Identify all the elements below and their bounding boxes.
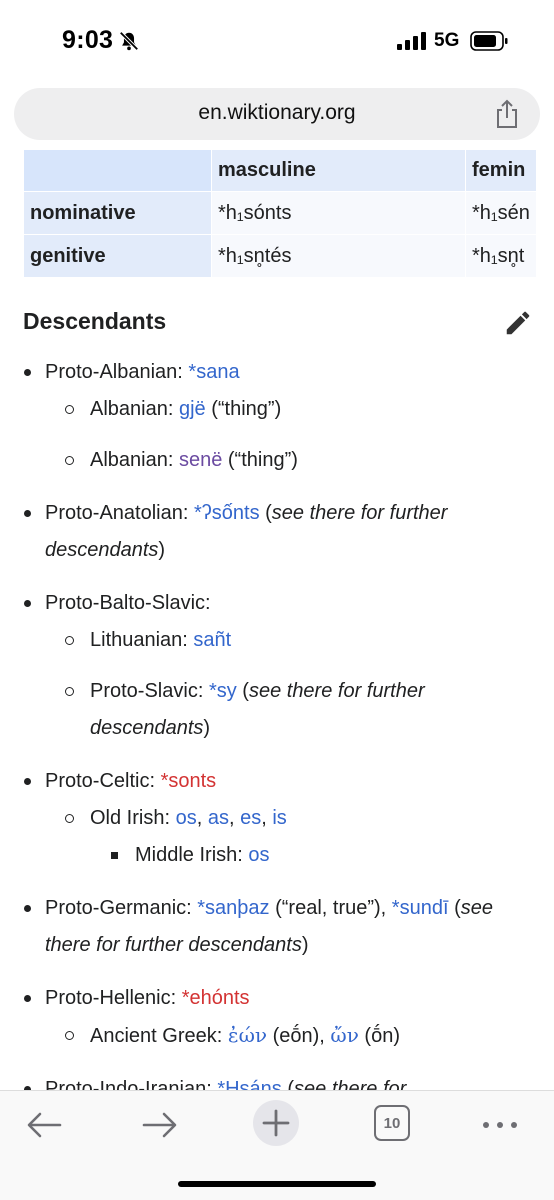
language-label: Proto-Anatolian: (45, 502, 194, 524)
term-link[interactable]: is (272, 807, 286, 829)
sub-list: Ancient Greek: ἐών (eṓn), ὤν (ṓn) (45, 1017, 543, 1055)
transliteration: (ṓn) (358, 1025, 400, 1047)
term-link[interactable]: *ʔsốnts (194, 502, 260, 524)
descendants-heading-row: Descendants (23, 308, 535, 342)
table-row-header: genitive (23, 234, 212, 278)
table-row: genitive *h₁sn̥tés *h₁sn̥t (23, 234, 537, 278)
term-link[interactable]: ὤν (330, 1023, 358, 1047)
paren-open: ( (236, 680, 249, 702)
term-link[interactable]: *sundī (392, 897, 449, 919)
language-label: Old Irish: (90, 807, 176, 829)
term-link[interactable]: *sanþaz (197, 897, 269, 919)
term-link[interactable]: ἐών (228, 1023, 267, 1047)
term-link[interactable]: es (240, 807, 261, 829)
gloss-text: (“thing”) (205, 398, 282, 420)
language-label: Proto-Slavic: (90, 680, 209, 702)
silent-bell-icon (119, 31, 139, 51)
forward-arrow-icon[interactable] (138, 1103, 182, 1147)
red-term-link[interactable]: *ehónts (182, 987, 250, 1009)
term-link[interactable]: *sana (188, 361, 239, 383)
term-link[interactable]: gjë (179, 398, 206, 420)
transliteration: (eṓn), (267, 1025, 331, 1047)
sub-list: Lithuanian: sañt Proto-Slavic: *sy (see … (45, 622, 543, 747)
language-label: Proto-Hellenic: (45, 987, 182, 1009)
table-corner-cell (23, 150, 212, 192)
paren-open: ( (281, 1078, 295, 1090)
table-row: nominative *h₁sónts *h₁sén (23, 191, 537, 235)
list-item: Old Irish: os, as, es, is Middle Irish: … (45, 800, 543, 874)
list-item: Proto-Balto-Slavic: Lithuanian: sañt Pro… (23, 585, 543, 747)
status-bar: 9:03 5G (0, 0, 554, 80)
paren-open: ( (259, 502, 272, 524)
list-item: Proto-Germanic: *sanþaz (“real, true”), … (23, 890, 543, 964)
language-label: Albanian: (90, 398, 179, 420)
home-indicator[interactable] (178, 1181, 376, 1187)
language-label: Ancient Greek: (90, 1025, 228, 1047)
sub-list: Old Irish: os, as, es, is Middle Irish: … (45, 800, 543, 874)
table-cell: *h₁sén (465, 191, 537, 235)
sub-list: Albanian: gjë (“thing”) Albanian: senë (… (45, 391, 543, 479)
language-label: Middle Irish: (135, 844, 249, 866)
list-item: Albanian: gjë (“thing”) (45, 391, 543, 428)
table-header-cell: femin (465, 150, 537, 192)
language-label: Proto-Balto-Slavic: (45, 592, 211, 614)
status-time: 9:03 (62, 26, 114, 54)
share-icon[interactable] (494, 99, 520, 129)
table-cell: *h₁sn̥tés (211, 234, 466, 278)
language-label: Proto-Celtic: (45, 770, 161, 792)
term-link[interactable]: os (176, 807, 197, 829)
table-header-cell: masculine (211, 150, 466, 192)
list-item: Proto-Hellenic: *ehónts Ancient Greek: ἐ… (23, 980, 543, 1055)
inflection-table: masculine femin nominative *h₁sónts *h₁s… (23, 150, 537, 278)
table-cell: *h₁sn̥t (465, 234, 537, 278)
list-item: Proto-Albanian: *sana Albanian: gjë (“th… (23, 354, 543, 479)
more-menu-icon[interactable] (478, 1103, 522, 1147)
page-content: masculine femin nominative *h₁sónts *h₁s… (0, 150, 554, 1090)
term-link[interactable]: *sy (209, 680, 237, 702)
address-bar[interactable]: en.wiktionary.org (14, 88, 540, 140)
new-tab-plus-icon[interactable] (252, 1099, 300, 1147)
red-term-link[interactable]: *sonts (161, 770, 217, 792)
battery-icon (470, 31, 508, 51)
list-item: Ancient Greek: ἐών (eṓn), ὤν (ṓn) (45, 1017, 543, 1055)
section-heading: Descendants (23, 308, 167, 334)
paren-close: ) (203, 717, 211, 739)
term-link[interactable]: os (248, 844, 269, 866)
language-label: Proto-Albanian: (45, 361, 189, 383)
paren-open: ( (448, 897, 461, 919)
term-link[interactable]: senë (179, 449, 222, 471)
term-link[interactable]: as (208, 807, 229, 829)
url-text[interactable]: en.wiktionary.org (14, 101, 540, 125)
list-item: Proto-Anatolian: *ʔsốnts (see there for … (23, 495, 543, 569)
note-text: see there for (294, 1078, 407, 1090)
term-link[interactable]: *Hsáns (217, 1078, 281, 1090)
paren-close: ) (158, 539, 166, 561)
sub-sub-list: Middle Irish: os (90, 837, 543, 874)
tab-count: 10 (383, 1114, 401, 1132)
table-header-row: masculine femin (23, 150, 537, 192)
tabs-button[interactable]: 10 (374, 1105, 410, 1141)
descendants-list: Proto-Albanian: *sana Albanian: gjë (“th… (23, 354, 543, 1090)
gloss-text: (“thing”) (222, 449, 298, 471)
list-item: Lithuanian: sañt (45, 622, 543, 659)
paren-close: ) (301, 934, 309, 956)
gloss-text: (“real, true”), (269, 897, 392, 919)
table-cell: *h₁sónts (211, 191, 466, 235)
list-item: Middle Irish: os (90, 837, 543, 874)
back-arrow-icon[interactable] (22, 1103, 66, 1147)
cellular-signal-icon (397, 32, 426, 50)
list-item: Proto-Celtic: *sonts Old Irish: os, as, … (23, 763, 543, 874)
list-item: Proto-Indo-Iranian: *Hsáns (see there fo… (23, 1071, 543, 1090)
edit-pencil-icon[interactable] (503, 308, 533, 338)
language-label: Proto-Indo-Iranian: (45, 1078, 218, 1090)
language-label: Lithuanian: (90, 629, 194, 651)
list-item: Albanian: senë (“thing”) (45, 442, 543, 479)
table-row-header: nominative (23, 191, 212, 235)
language-label: Proto-Germanic: (45, 897, 198, 919)
network-type: 5G (434, 30, 460, 51)
term-link[interactable]: sañt (193, 629, 231, 651)
list-item: Proto-Slavic: *sy (see there for further… (45, 673, 543, 747)
language-label: Albanian: (90, 449, 179, 471)
